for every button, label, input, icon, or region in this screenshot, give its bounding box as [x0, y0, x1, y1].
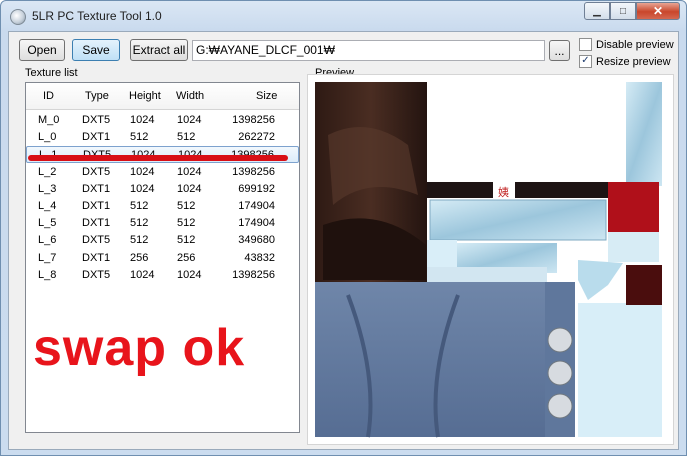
minimize-icon: ▁ [593, 5, 601, 17]
table-cell: 256 [177, 251, 196, 264]
client-area: Open Save Extract all G:₩AYANE_DLCF_001₩… [8, 31, 679, 450]
table-cell: DXT5 [82, 234, 111, 247]
table-cell: DXT1 [82, 182, 111, 195]
app-icon [10, 9, 26, 25]
table-cell: L_2 [38, 165, 57, 178]
table-cell: L_6 [38, 234, 57, 247]
table-cell: 349680 [238, 234, 275, 247]
texture-list[interactable]: ID Type Height Width Size M_0 DXT5 1024 102… [25, 82, 300, 433]
disable-preview-box[interactable] [579, 38, 592, 51]
table-cell: L_8 [38, 268, 57, 281]
resize-preview-label: Resize preview [596, 55, 671, 68]
table-row[interactable]: L_5 DXT1 512 512 174904 [26, 215, 299, 232]
table-cell: 512 [177, 200, 196, 212]
table-cell: 512 [130, 131, 149, 144]
list-header: ID Type Height Width Size [26, 83, 299, 110]
maximize-button[interactable]: □ [610, 2, 636, 20]
table-cell: 512 [130, 217, 149, 230]
table-row[interactable]: L_2 DXT5 1024 1024 1398256 [26, 164, 299, 181]
table-cell: 512 [177, 131, 196, 144]
table-cell: 256 [130, 251, 149, 264]
table-row[interactable]: L_4 DXT1 512 512 174904 [26, 198, 299, 215]
table-row[interactable]: M_0 DXT5 1024 1024 1398256 [26, 112, 299, 129]
table-cell: DXT1 [82, 217, 111, 230]
table-cell: L_4 [38, 200, 57, 212]
close-button[interactable]: ✕ [636, 2, 680, 20]
table-row[interactable]: L_7 DXT1 256 256 43832 [26, 250, 299, 267]
table-cell: DXT5 [82, 268, 111, 281]
table-row[interactable]: L_8 DXT5 1024 1024 1398256 [26, 267, 299, 284]
open-button[interactable]: Open [19, 39, 65, 61]
table-cell: 1398256 [232, 114, 275, 126]
table-cell: 1398256 [232, 268, 275, 281]
table-cell: DXT1 [82, 251, 111, 264]
table-cell: DXT1 [82, 200, 111, 212]
table-cell: 512 [130, 234, 149, 247]
title-bar[interactable]: 5LR PC Texture Tool 1.0 ▁ □ ✕ [1, 1, 686, 31]
browse-button[interactable]: ... [549, 40, 570, 61]
table-cell: 1024 [177, 165, 202, 178]
close-icon: ✕ [652, 4, 664, 18]
table-cell: L_0 [38, 131, 57, 144]
table-cell: 1024 [177, 114, 202, 126]
header-height[interactable]: Height [129, 90, 161, 102]
extract-all-button[interactable]: Extract all [130, 39, 188, 61]
table-cell: 174904 [238, 200, 275, 212]
table-cell: 512 [130, 200, 149, 212]
header-width[interactable]: Width [176, 90, 204, 102]
table-cell: M_0 [38, 114, 60, 126]
table-row[interactable]: L_3 DXT1 1024 1024 699192 [26, 181, 299, 198]
annotation-underline [28, 155, 288, 161]
preview-glyph: 姨 [498, 185, 509, 199]
resize-preview-box[interactable]: ✓ [579, 55, 592, 68]
resize-preview-checkbox[interactable]: ✓ Resize preview [579, 55, 671, 68]
save-button[interactable]: Save [72, 39, 120, 61]
path-input[interactable]: G:₩AYANE_DLCF_001₩ [192, 40, 545, 61]
texture-preview-image: 姨 [315, 82, 666, 438]
table-cell: DXT1 [82, 131, 111, 144]
table-cell: L_7 [38, 251, 57, 264]
preview-pane: 姨 [307, 74, 674, 445]
disable-preview-checkbox[interactable]: Disable preview [579, 38, 674, 51]
header-type[interactable]: Type [85, 90, 109, 102]
disable-preview-label: Disable preview [596, 38, 674, 51]
table-cell: 512 [177, 217, 196, 230]
table-cell: 1024 [130, 114, 155, 126]
table-cell: 512 [177, 234, 196, 247]
table-cell: 43832 [244, 251, 275, 264]
table-cell: L_5 [38, 217, 57, 230]
table-cell: 1024 [177, 182, 202, 195]
table-cell: 1024 [130, 268, 155, 281]
table-cell: 1024 [130, 182, 155, 195]
table-cell: 174904 [238, 217, 275, 230]
table-cell: 1024 [177, 268, 202, 281]
table-cell: DXT5 [82, 165, 111, 178]
table-cell: 699192 [238, 182, 275, 195]
maximize-icon: □ [619, 5, 627, 17]
minimize-button[interactable]: ▁ [584, 2, 610, 20]
header-id[interactable]: ID [43, 90, 54, 102]
app-window: 5LR PC Texture Tool 1.0 ▁ □ ✕ Open Save … [0, 0, 687, 456]
annotation-text: swap ok [33, 319, 246, 377]
table-row[interactable]: L_6 DXT5 512 512 349680 [26, 232, 299, 249]
table-row[interactable]: L_0 DXT1 512 512 262272 [26, 129, 299, 146]
table-cell: 1024 [130, 165, 155, 178]
table-cell: L_3 [38, 182, 57, 195]
table-cell: 1398256 [232, 165, 275, 178]
caption-buttons: ▁ □ ✕ [584, 2, 680, 20]
header-size[interactable]: Size [256, 90, 277, 102]
table-cell: 262272 [238, 131, 275, 144]
texture-list-label: Texture list [25, 67, 78, 79]
window-title: 5LR PC Texture Tool 1.0 [32, 9, 162, 23]
table-cell: DXT5 [82, 114, 111, 126]
